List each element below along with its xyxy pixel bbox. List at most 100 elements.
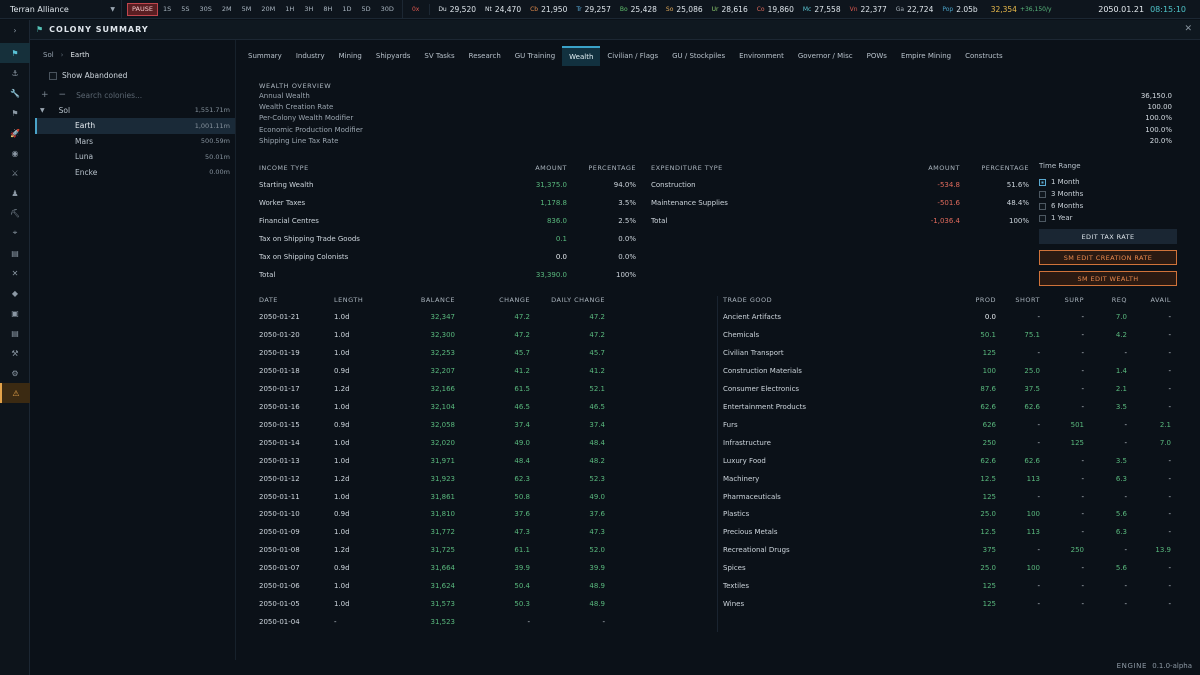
search-input[interactable] xyxy=(76,90,197,100)
history-cell: 37.4 xyxy=(514,420,530,429)
time-range-option[interactable]: 3 Months xyxy=(1039,188,1083,200)
show-abandoned-toggle[interactable]: Show Abandoned xyxy=(49,71,127,80)
tab-industry[interactable]: Industry xyxy=(289,46,332,66)
tab-mining[interactable]: Mining xyxy=(332,46,369,66)
tab-bar: Summary Industry Mining Shipyards SV Tasks Re… xyxy=(241,46,1010,66)
tab-gu-training[interactable]: GU Training xyxy=(508,46,562,66)
flag-small-icon[interactable]: ⚑ xyxy=(0,103,30,123)
target-icon[interactable]: ◉ xyxy=(0,143,30,163)
expand-icon[interactable]: › xyxy=(0,20,30,40)
speed-button-5s[interactable]: 5S xyxy=(176,3,194,16)
speed-button-30s[interactable]: 30S xyxy=(194,3,216,16)
trade-cell: Consumer Electronics xyxy=(723,384,800,393)
pickaxe-icon[interactable]: ⛏ xyxy=(0,203,30,223)
speed-button-30d[interactable]: 30D xyxy=(376,3,399,16)
tab-research[interactable]: Research xyxy=(462,46,508,66)
radio-button[interactable] xyxy=(1039,202,1046,210)
history-cell: 61.5 xyxy=(514,384,530,393)
anchor-icon[interactable]: ⚓ xyxy=(0,63,30,83)
tab-empire-mining[interactable]: Empire Mining xyxy=(894,46,958,66)
tab-constructs[interactable]: Constructs xyxy=(958,46,1010,66)
tab-summary[interactable]: Summary xyxy=(241,46,289,66)
edit-tax-rate-button[interactable]: EDIT TAX RATE xyxy=(1039,229,1177,244)
colony-tree-item[interactable]: Earth 1,001.11m xyxy=(35,117,235,134)
tab-sv-tasks[interactable]: SV Tasks xyxy=(417,46,461,66)
income-header: INCOME TYPE xyxy=(259,164,309,172)
close-icon[interactable]: ✕ xyxy=(1184,24,1192,34)
tab-gu-stockpiles[interactable]: GU / Stockpiles xyxy=(665,46,732,66)
telescope-icon[interactable]: ⌖ xyxy=(0,223,30,243)
checkbox[interactable] xyxy=(49,71,57,80)
flag-icon[interactable]: ⚑ xyxy=(0,43,30,63)
trade-cell: 62.6 xyxy=(1024,456,1040,465)
income-amount: 0.1 xyxy=(555,234,567,243)
speed-button-1h[interactable]: 1H xyxy=(280,3,299,16)
trade-cell: - xyxy=(1081,564,1084,573)
speed-button-5d[interactable]: 5D xyxy=(357,3,376,16)
colony-tree-item[interactable]: Luna 50.01m xyxy=(35,149,235,165)
history-cell: 1.0d xyxy=(334,528,350,537)
trade-cell: Precious Metals xyxy=(723,528,778,537)
tab-civilian-flags[interactable]: Civilian / Flags xyxy=(600,46,665,66)
history-cell: 48.2 xyxy=(589,456,605,465)
chevron-down-icon[interactable]: ▼ xyxy=(40,107,45,114)
box-icon[interactable]: ▣ xyxy=(0,303,30,323)
history-cell: 0.9d xyxy=(334,420,350,429)
top-bar: Terran Alliance ▼ PAUSE 1S 5S 30S 2M 5M 20M 1H 3… xyxy=(0,0,1200,19)
colony-tree-item[interactable]: Mars 500.59m xyxy=(35,133,235,149)
trade-cell: - xyxy=(1124,492,1127,501)
sm-edit-wealth-button[interactable]: SM EDIT WEALTH xyxy=(1039,271,1177,286)
collapse-all-icon[interactable]: − xyxy=(59,90,67,100)
colony-tree-item[interactable]: Encke 0.00m xyxy=(35,164,235,180)
speed-button-pause[interactable]: PAUSE xyxy=(127,2,158,16)
tab-governor-misc[interactable]: Governor / Misc xyxy=(791,46,860,66)
speed-button-1d[interactable]: 1D xyxy=(337,3,356,16)
time-range-option[interactable]: 1 Year xyxy=(1039,212,1083,224)
speed-button-2m[interactable]: 2M xyxy=(217,3,237,16)
wrench-icon[interactable]: 🔧 xyxy=(0,83,30,103)
cross-icon[interactable]: ✕ xyxy=(0,263,30,283)
expand-all-icon[interactable]: + xyxy=(41,90,49,100)
speed-button-8h[interactable]: 8H xyxy=(318,3,337,16)
clipboard-icon[interactable]: ▤ xyxy=(0,243,30,263)
tab-wealth[interactable]: Wealth xyxy=(562,46,601,66)
colony-tree-item[interactable]: ▼ Sol 1,551.71m xyxy=(35,102,235,118)
resource-label: Ur xyxy=(711,5,719,13)
sm-edit-creation-rate-button[interactable]: SM EDIT CREATION RATE xyxy=(1039,250,1177,265)
rocket-icon[interactable]: 🚀 xyxy=(0,123,30,143)
trade-cell: Luxury Food xyxy=(723,456,766,465)
history-cell: 32,020 xyxy=(430,438,456,447)
warning-icon[interactable]: ⚠ xyxy=(0,383,30,403)
time-range-option-label: 3 Months xyxy=(1051,190,1084,198)
tab-shipyards[interactable]: Shipyards xyxy=(369,46,418,66)
breadcrumb-system[interactable]: Sol xyxy=(43,51,54,59)
speed-button-5m[interactable]: 5M xyxy=(237,3,257,16)
person-icon[interactable]: ♟ xyxy=(0,183,30,203)
radio-button[interactable] xyxy=(1039,214,1046,222)
tab-environment[interactable]: Environment xyxy=(732,46,791,66)
time-range-option[interactable]: 6 Months xyxy=(1039,200,1083,212)
speed-button-20m[interactable]: 20M xyxy=(256,3,280,16)
speed-button-3h[interactable]: 3H xyxy=(299,3,318,16)
history-cell: 2050-01-08 xyxy=(259,546,300,555)
swords-icon[interactable]: ⚔ xyxy=(0,163,30,183)
tab-pows[interactable]: POWs xyxy=(860,46,894,66)
trade-cell: 100 xyxy=(1026,564,1040,573)
trade-cell: 25.0 xyxy=(980,564,996,573)
history-cell: 2050-01-18 xyxy=(259,366,300,375)
trade-cell: Textiles xyxy=(723,582,750,591)
trade-cell: 250 xyxy=(982,438,996,447)
expenditure-percentage: 51.6% xyxy=(1006,181,1029,189)
speed-button-1s[interactable]: 1S xyxy=(158,3,176,16)
tag-icon[interactable]: ◆ xyxy=(0,283,30,303)
time-range-option[interactable]: 1 Month xyxy=(1039,176,1083,188)
document-icon[interactable]: ▤ xyxy=(0,323,30,343)
trade-cell: 7.0 xyxy=(1115,313,1127,321)
gear-icon[interactable]: ⚙ xyxy=(0,363,30,383)
empire-select[interactable]: Terran Alliance ▼ xyxy=(0,0,122,19)
radio-button[interactable] xyxy=(1039,178,1046,186)
tool-icon[interactable]: ⚒ xyxy=(0,343,30,363)
history-cell: 1.0d xyxy=(334,600,350,609)
radio-button[interactable] xyxy=(1039,190,1046,198)
history-cell: 61.1 xyxy=(514,546,530,555)
